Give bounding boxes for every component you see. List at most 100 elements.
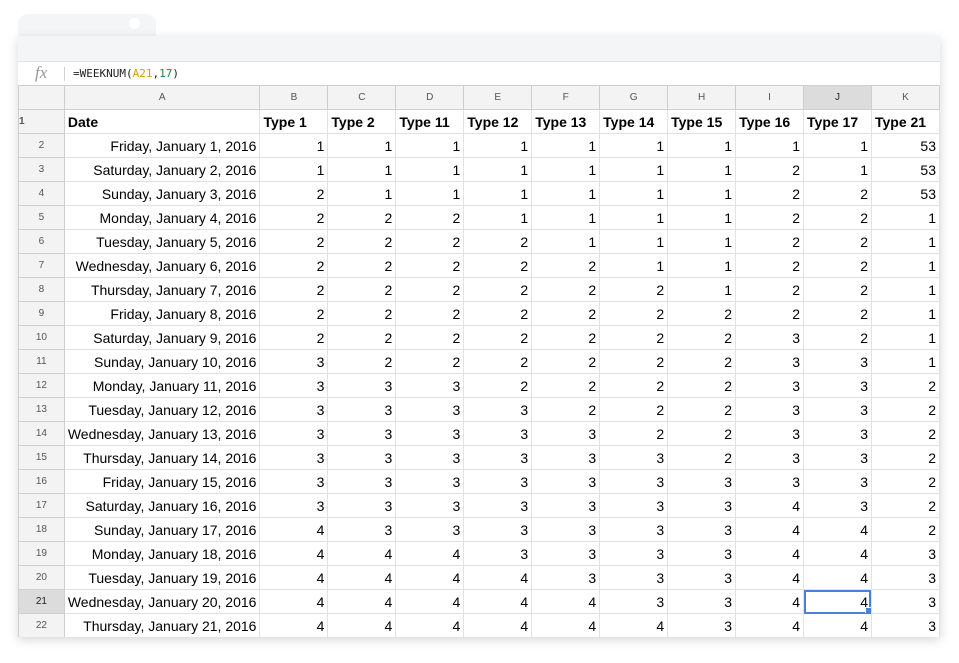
- value-cell[interactable]: 3: [395, 493, 465, 518]
- value-cell[interactable]: 2: [259, 301, 329, 326]
- row-header[interactable]: 19: [18, 541, 65, 566]
- value-cell[interactable]: 3: [327, 469, 397, 494]
- value-cell[interactable]: 3: [803, 349, 872, 374]
- value-cell[interactable]: 1: [667, 229, 737, 254]
- value-cell[interactable]: 2: [803, 205, 872, 230]
- row-header[interactable]: 2: [18, 133, 65, 158]
- value-cell[interactable]: 3: [395, 469, 465, 494]
- column-header-k[interactable]: K: [870, 85, 940, 110]
- value-cell[interactable]: 1: [327, 157, 397, 182]
- date-cell[interactable]: Friday, January 8, 2016: [63, 301, 261, 326]
- date-cell[interactable]: Wednesday, January 20, 2016: [63, 589, 261, 614]
- date-cell[interactable]: Monday, January 4, 2016: [63, 205, 261, 230]
- value-cell[interactable]: 1: [803, 157, 872, 182]
- value-cell[interactable]: 2: [259, 325, 329, 350]
- value-cell[interactable]: 2: [531, 373, 601, 398]
- value-cell[interactable]: 3: [259, 373, 329, 398]
- column-header-b[interactable]: B: [259, 85, 329, 110]
- value-cell[interactable]: 4: [735, 565, 805, 590]
- row-header[interactable]: 21: [18, 589, 65, 614]
- value-cell[interactable]: 1: [259, 157, 329, 182]
- value-cell[interactable]: 4: [259, 541, 329, 566]
- header-cell[interactable]: Type 15: [667, 109, 737, 134]
- value-cell[interactable]: 1: [531, 157, 601, 182]
- value-cell[interactable]: 2: [870, 373, 940, 398]
- value-cell[interactable]: 1: [327, 133, 397, 158]
- value-cell[interactable]: 2: [667, 373, 737, 398]
- value-cell[interactable]: 3: [259, 397, 329, 422]
- value-cell[interactable]: 2: [870, 517, 940, 542]
- value-cell[interactable]: 2: [735, 181, 805, 206]
- value-cell[interactable]: 3: [735, 469, 805, 494]
- value-cell[interactable]: 53: [870, 181, 940, 206]
- value-cell[interactable]: 3: [599, 445, 669, 470]
- value-cell[interactable]: 3: [803, 421, 872, 446]
- value-cell[interactable]: 2: [667, 349, 737, 374]
- header-cell[interactable]: Type 12: [463, 109, 533, 134]
- value-cell[interactable]: 2: [803, 253, 872, 278]
- value-cell[interactable]: 2: [327, 301, 397, 326]
- value-cell[interactable]: 2: [463, 229, 533, 254]
- value-cell[interactable]: 1: [667, 253, 737, 278]
- value-cell[interactable]: 4: [327, 613, 397, 637]
- value-cell[interactable]: 2: [735, 253, 805, 278]
- value-cell[interactable]: 2: [259, 253, 329, 278]
- value-cell[interactable]: 3: [803, 373, 872, 398]
- value-cell[interactable]: 3: [803, 493, 872, 518]
- value-cell[interactable]: 1: [667, 205, 737, 230]
- value-cell[interactable]: 1: [803, 133, 872, 158]
- value-cell[interactable]: 2: [463, 277, 533, 302]
- value-cell[interactable]: 2: [735, 205, 805, 230]
- value-cell[interactable]: 3: [870, 613, 940, 637]
- date-cell[interactable]: Saturday, January 9, 2016: [63, 325, 261, 350]
- value-cell[interactable]: 3: [667, 565, 737, 590]
- value-cell[interactable]: 3: [667, 493, 737, 518]
- date-cell[interactable]: Monday, January 18, 2016: [63, 541, 261, 566]
- date-cell[interactable]: Monday, January 11, 2016: [63, 373, 261, 398]
- value-cell[interactable]: 1: [463, 205, 533, 230]
- value-cell[interactable]: 2: [463, 301, 533, 326]
- date-cell[interactable]: Tuesday, January 5, 2016: [63, 229, 261, 254]
- value-cell[interactable]: 3: [531, 445, 601, 470]
- value-cell[interactable]: 2: [395, 229, 465, 254]
- value-cell[interactable]: 4: [735, 613, 805, 637]
- value-cell[interactable]: 2: [599, 397, 669, 422]
- value-cell[interactable]: 1: [395, 181, 465, 206]
- value-cell[interactable]: 2: [599, 277, 669, 302]
- value-cell[interactable]: 2: [667, 325, 737, 350]
- row-header[interactable]: 22: [18, 613, 65, 637]
- date-cell[interactable]: Saturday, January 16, 2016: [63, 493, 261, 518]
- value-cell[interactable]: 1: [599, 253, 669, 278]
- value-cell[interactable]: 1: [599, 229, 669, 254]
- value-cell[interactable]: 3: [327, 493, 397, 518]
- value-cell[interactable]: 4: [463, 565, 533, 590]
- value-cell[interactable]: 3: [531, 565, 601, 590]
- value-cell[interactable]: 4: [803, 517, 872, 542]
- value-cell[interactable]: 3: [531, 517, 601, 542]
- value-cell[interactable]: 3: [531, 541, 601, 566]
- row-header[interactable]: 11: [18, 349, 65, 374]
- value-cell[interactable]: 1: [870, 325, 940, 350]
- value-cell[interactable]: 2: [870, 421, 940, 446]
- value-cell[interactable]: 2: [870, 493, 940, 518]
- value-cell[interactable]: 2: [735, 277, 805, 302]
- value-cell[interactable]: 1: [870, 301, 940, 326]
- value-cell[interactable]: 3: [463, 517, 533, 542]
- date-cell[interactable]: Tuesday, January 12, 2016: [63, 397, 261, 422]
- value-cell[interactable]: 4: [803, 613, 872, 637]
- column-header-i[interactable]: I: [735, 85, 805, 110]
- value-cell[interactable]: 2: [667, 445, 737, 470]
- row-header[interactable]: 4: [18, 181, 65, 206]
- value-cell[interactable]: 4: [395, 541, 465, 566]
- value-cell[interactable]: 3: [531, 493, 601, 518]
- value-cell[interactable]: 2: [599, 421, 669, 446]
- row-header[interactable]: 5: [18, 205, 65, 230]
- row-header[interactable]: 13: [18, 397, 65, 422]
- value-cell[interactable]: 3: [327, 517, 397, 542]
- value-cell[interactable]: 2: [735, 301, 805, 326]
- value-cell[interactable]: 3: [395, 373, 465, 398]
- value-cell[interactable]: 3: [395, 517, 465, 542]
- header-cell[interactable]: Type 16: [735, 109, 805, 134]
- value-cell[interactable]: 1: [667, 133, 737, 158]
- value-cell[interactable]: 4: [259, 517, 329, 542]
